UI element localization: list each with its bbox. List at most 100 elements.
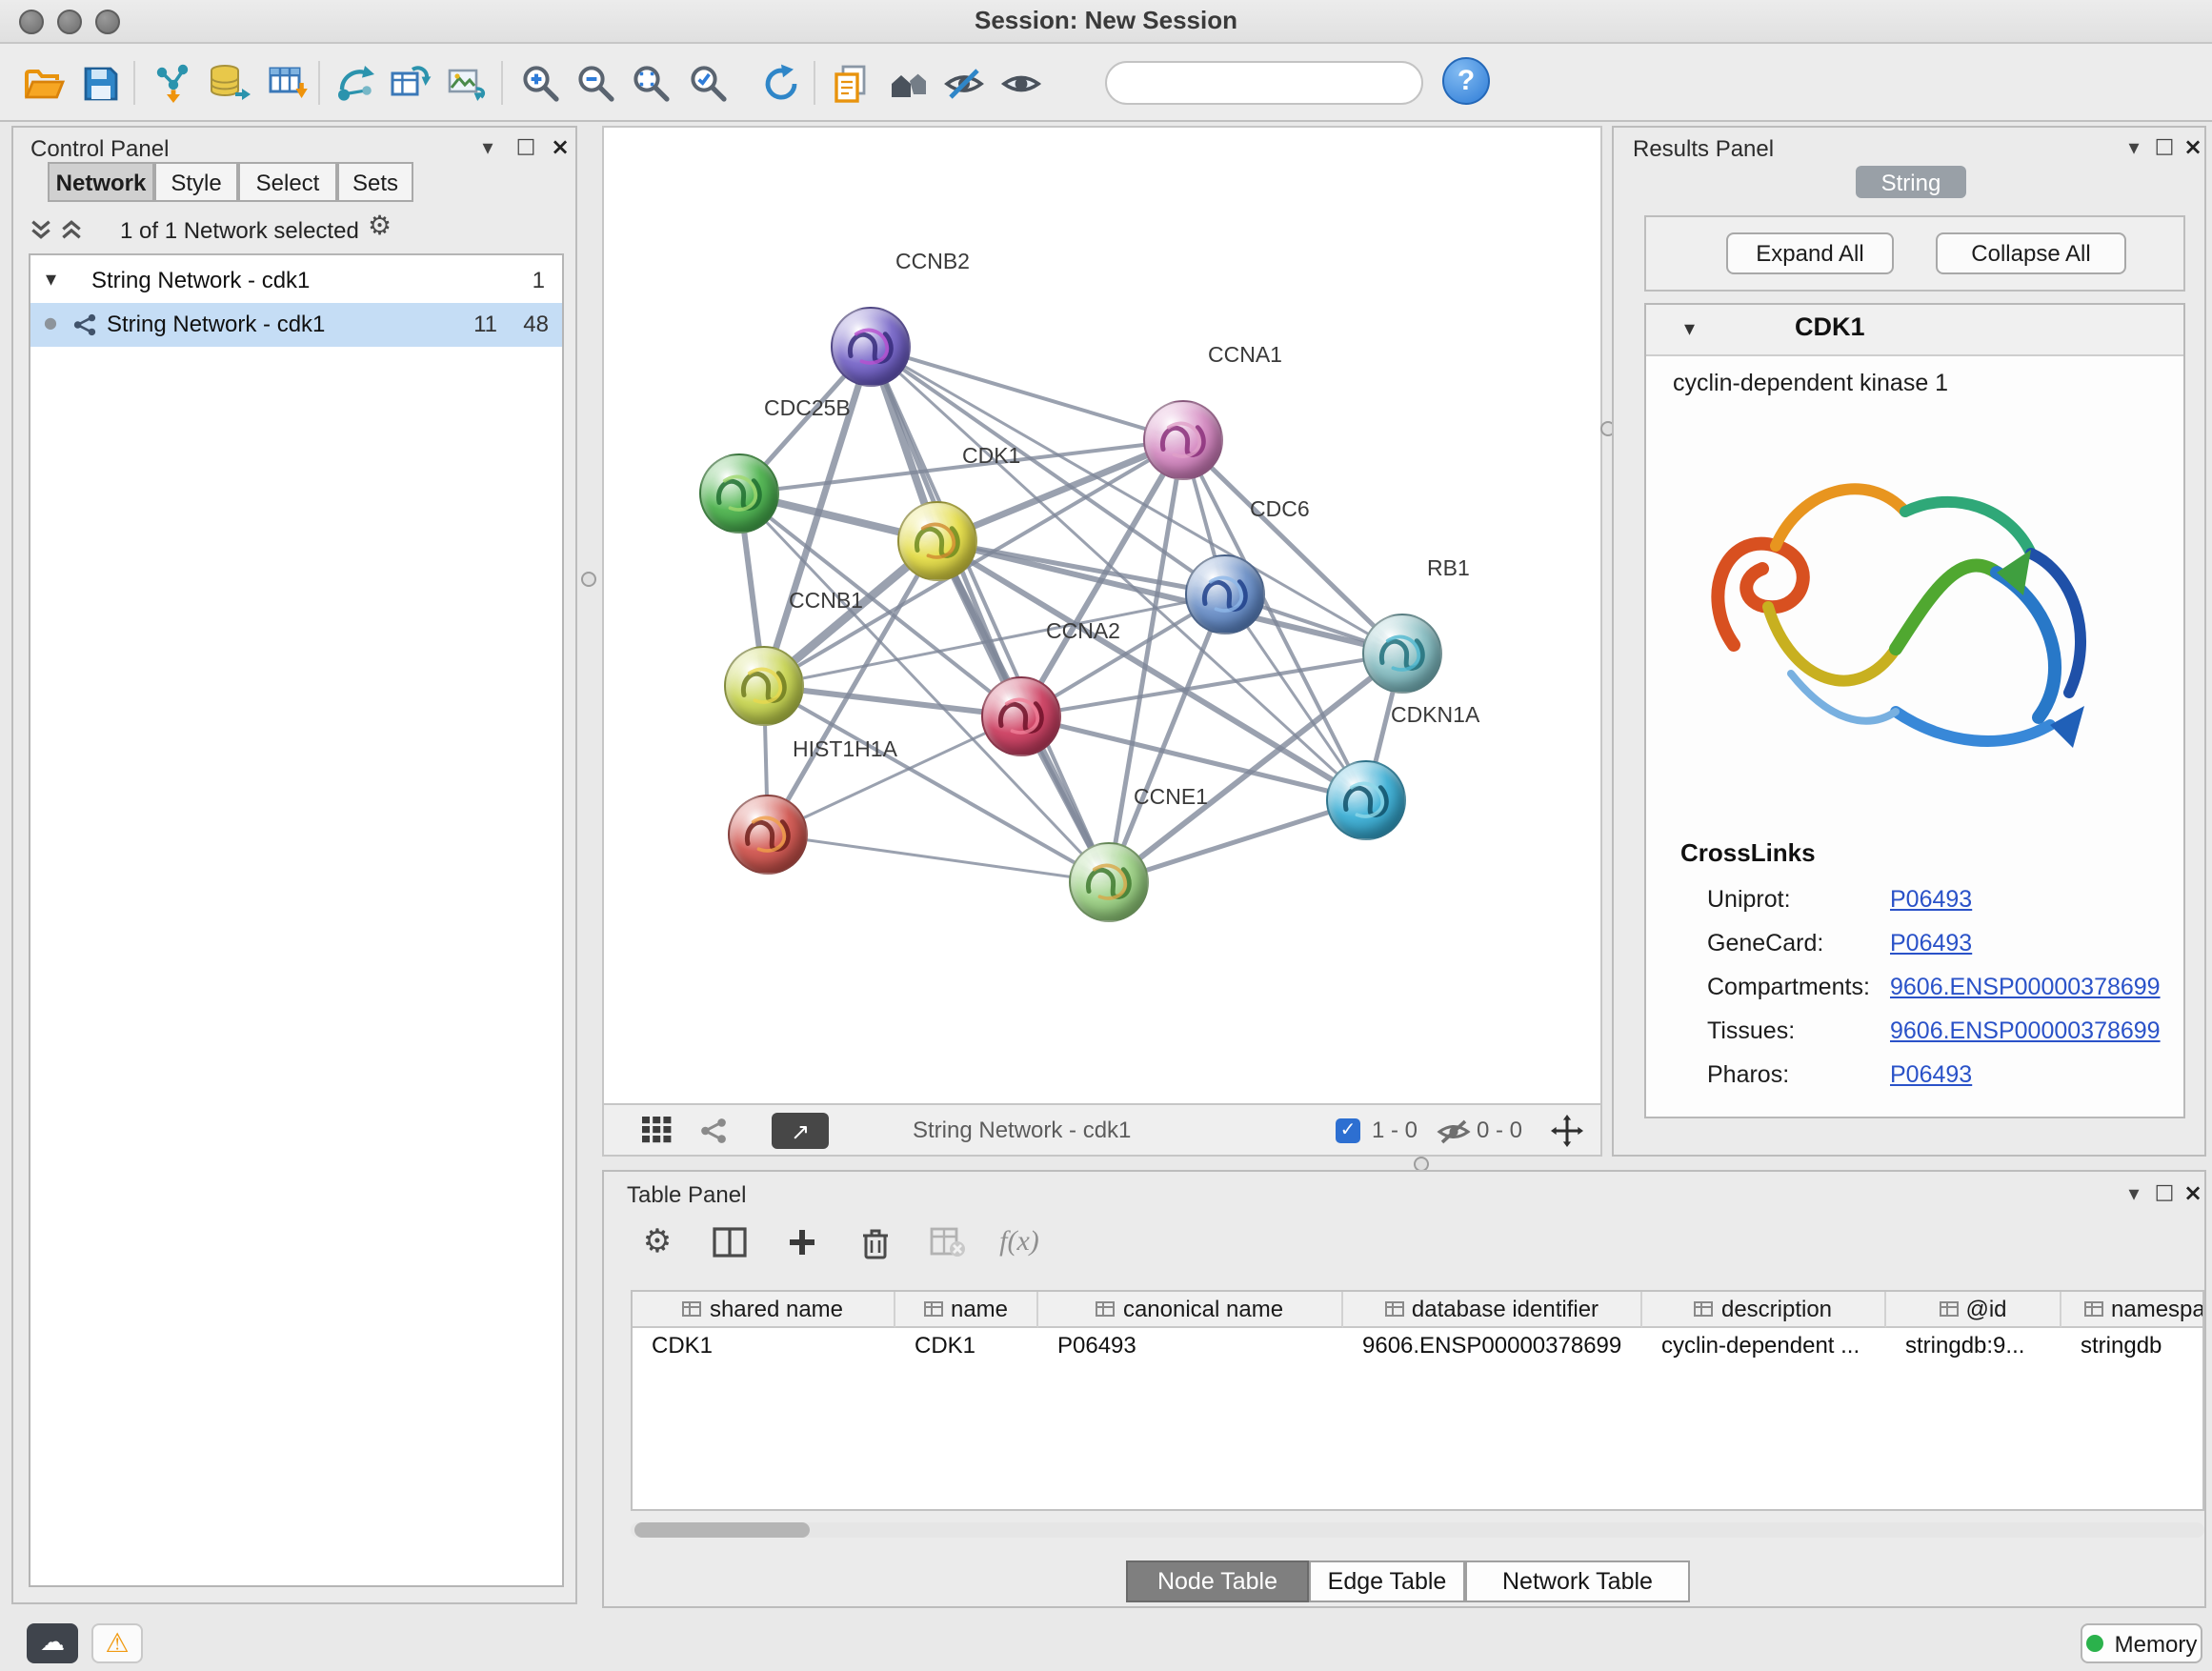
column-options-gear-button[interactable]: ⚙	[631, 1218, 684, 1267]
tab-select[interactable]: Select	[238, 162, 337, 202]
column-header-shared-name[interactable]: shared name	[633, 1292, 895, 1328]
help-button[interactable]: ?	[1442, 57, 1490, 105]
panel-menu-caret-icon[interactable]: ▾	[2121, 135, 2147, 162]
show-first-neighbors-button[interactable]	[880, 55, 937, 112]
show-columns-button[interactable]	[703, 1218, 756, 1267]
table-cell[interactable]: stringdb	[2061, 1328, 2204, 1362]
pan-mode-button[interactable]	[1551, 1115, 1583, 1157]
crosslink-link[interactable]: P06493	[1890, 929, 1972, 956]
new-network-button[interactable]	[328, 55, 385, 112]
float-panel-icon[interactable]: □	[513, 133, 539, 160]
network-node-cdc6[interactable]	[1185, 554, 1265, 634]
open-session-button[interactable]	[15, 55, 72, 112]
tree-expander-icon[interactable]: ▾	[46, 267, 56, 292]
network-node-rb1[interactable]	[1362, 614, 1442, 694]
network-node-ccne1[interactable]	[1069, 842, 1149, 922]
zoom-in-button[interactable]	[513, 55, 570, 112]
float-panel-icon[interactable]: □	[2151, 133, 2178, 160]
collapse-all-button[interactable]: Collapse All	[1936, 232, 2126, 274]
network-node-ccna2[interactable]	[981, 676, 1061, 756]
zoom-out-button[interactable]	[568, 55, 625, 112]
network-options-gear-icon[interactable]: ⚙	[368, 211, 392, 242]
selected-nodes-checkbox[interactable]: ✓	[1336, 1118, 1360, 1143]
expand-all-networks-button[interactable]	[59, 217, 84, 252]
close-panel-icon[interactable]: ×	[547, 133, 573, 160]
table-cell[interactable]: P06493	[1038, 1328, 1343, 1362]
protein-card-header[interactable]: ▾ CDK1	[1646, 305, 2183, 356]
network-node-label: CCNA2	[1046, 621, 1120, 644]
tab-edge-table[interactable]: Edge Table	[1309, 1560, 1465, 1602]
tab-sets[interactable]: Sets	[337, 162, 413, 202]
column-header-namespace[interactable]: namespace	[2061, 1292, 2204, 1328]
search-input[interactable]	[1132, 70, 1427, 96]
tab-node-table[interactable]: Node Table	[1126, 1560, 1309, 1602]
minimize-window-button[interactable]	[57, 10, 82, 34]
apply-preferred-layout-button[interactable]	[753, 55, 810, 112]
table-cell[interactable]: CDK1	[895, 1328, 1038, 1362]
close-panel-icon[interactable]: ×	[2180, 1179, 2206, 1206]
table-cell[interactable]: cyclin-dependent ...	[1642, 1328, 1886, 1362]
network-node-cdkn1a[interactable]	[1326, 760, 1406, 840]
network-node-ccnb2[interactable]	[831, 307, 911, 387]
crosslink-link[interactable]: P06493	[1890, 1060, 1972, 1087]
column-header--id[interactable]: @id	[1886, 1292, 2061, 1328]
create-column-button[interactable]	[775, 1218, 829, 1267]
import-network-from-file-button[interactable]	[145, 55, 202, 112]
zoom-window-button[interactable]	[95, 10, 120, 34]
table-cell[interactable]: CDK1	[633, 1328, 895, 1362]
collapse-all-networks-button[interactable]	[29, 217, 53, 252]
zoom-fit-content-button[interactable]	[623, 55, 680, 112]
network-node-hist1h1a[interactable]	[728, 795, 808, 875]
tab-network-table[interactable]: Network Table	[1465, 1560, 1690, 1602]
import-network-from-database-button[interactable]	[200, 55, 257, 112]
panel-menu-caret-icon[interactable]: ▾	[474, 135, 501, 162]
column-header-label: canonical name	[1123, 1296, 1283, 1322]
tab-network[interactable]: Network	[48, 162, 154, 202]
column-header-description[interactable]: description	[1642, 1292, 1886, 1328]
expand-all-button[interactable]: Expand All	[1726, 232, 1894, 274]
network-row[interactable]: ● String Network - cdk1 11 48	[30, 303, 562, 347]
close-window-button[interactable]	[19, 10, 44, 34]
crosslink-link[interactable]: 9606.ENSP00000378699	[1890, 1017, 2161, 1043]
import-table-from-file-button[interactable]	[259, 55, 316, 112]
tab-string[interactable]: String	[1856, 166, 1966, 198]
column-header-canonical-name[interactable]: canonical name	[1038, 1292, 1343, 1328]
column-header-database-identifier[interactable]: database identifier	[1343, 1292, 1642, 1328]
collapse-section-icon[interactable]: ▾	[1684, 316, 1695, 341]
hide-selected-button[interactable]	[935, 55, 993, 112]
open-in-window-button[interactable]: ↗	[772, 1113, 829, 1149]
delete-columns-button[interactable]	[848, 1218, 901, 1267]
warnings-button[interactable]: ⚠	[91, 1623, 143, 1663]
panel-menu-caret-icon[interactable]: ▾	[2121, 1181, 2147, 1208]
zoom-selected-button[interactable]	[680, 55, 737, 112]
export-image-button[interactable]	[438, 55, 495, 112]
crosslink-link[interactable]: P06493	[1890, 885, 1972, 912]
save-session-button[interactable]	[72, 55, 130, 112]
network-node-ccnb1[interactable]	[724, 646, 804, 726]
hidden-elements-button[interactable]	[1437, 1118, 1471, 1155]
table-cell[interactable]: stringdb:9...	[1886, 1328, 2061, 1362]
memory-button[interactable]: Memory	[2081, 1623, 2202, 1663]
function-builder-button[interactable]: f(x)	[993, 1218, 1046, 1267]
clone-network-button[interactable]	[823, 55, 880, 112]
crosslink-link[interactable]: 9606.ENSP00000378699	[1890, 973, 2161, 999]
network-node-cdk1[interactable]	[897, 501, 977, 581]
close-panel-icon[interactable]: ×	[2180, 133, 2206, 160]
show-all-button[interactable]	[993, 55, 1050, 112]
tab-style[interactable]: Style	[154, 162, 238, 202]
network-node-cdc25b[interactable]	[699, 453, 779, 534]
scrollbar-thumb[interactable]	[634, 1522, 810, 1538]
network-canvas[interactable]: CCNB2CCNA1CDC25BCDK1CDC6RB1CCNB1CCNA2CDK…	[602, 126, 1602, 1105]
delete-table-button[interactable]	[920, 1218, 974, 1267]
new-table-button[interactable]	[381, 55, 438, 112]
column-header-name[interactable]: name	[895, 1292, 1038, 1328]
network-node-ccna1[interactable]	[1143, 400, 1223, 480]
table-cell[interactable]: 9606.ENSP00000378699	[1343, 1328, 1642, 1362]
cloud-session-button[interactable]: ☁	[27, 1623, 78, 1663]
network-share-button[interactable]	[699, 1117, 728, 1155]
float-panel-icon[interactable]: □	[2151, 1179, 2178, 1206]
left-splitter-handle[interactable]	[581, 572, 596, 587]
network-collection-row[interactable]: ▾ String Network - cdk1 1	[30, 261, 562, 303]
horizontal-scrollbar[interactable]	[631, 1522, 2204, 1538]
birds-eye-view-button[interactable]	[642, 1117, 673, 1153]
